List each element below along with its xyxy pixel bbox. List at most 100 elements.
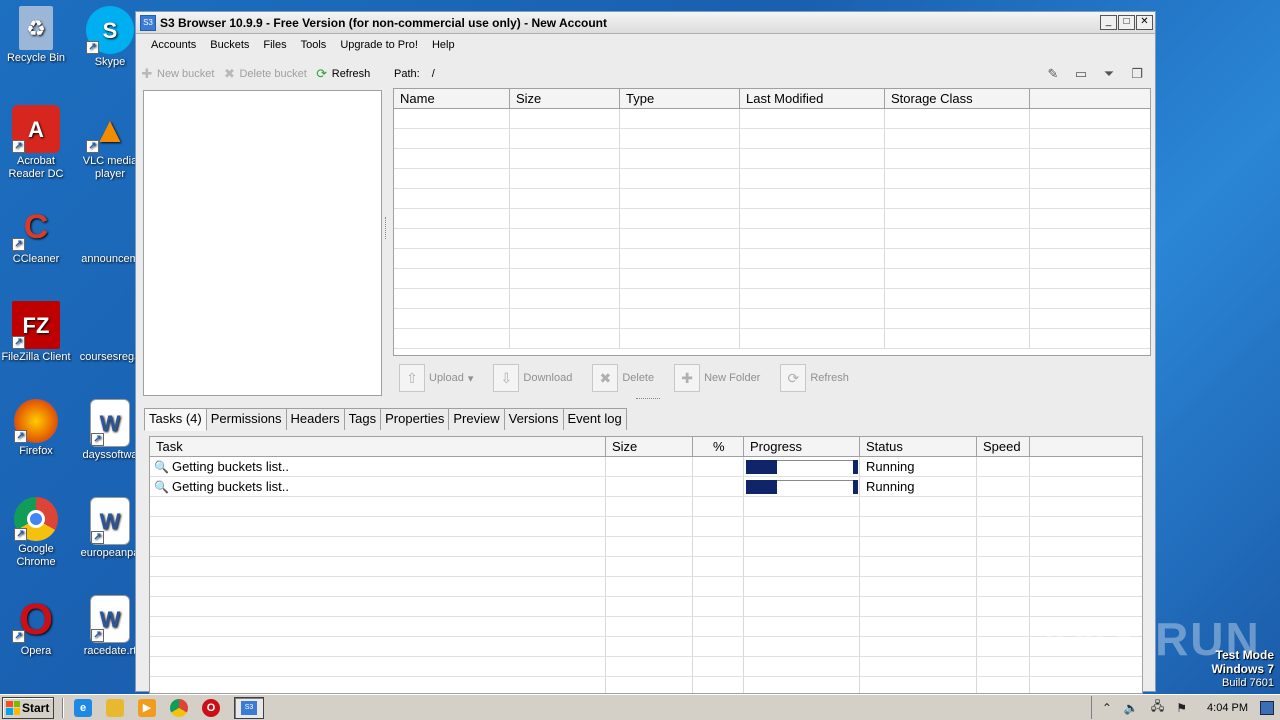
- desktop-icon-ccleaner[interactable]: C ↗ CCleaner: [0, 203, 72, 266]
- horizontal-splitter[interactable]: [636, 398, 660, 402]
- show-desktop-button[interactable]: [1260, 700, 1274, 715]
- column-task[interactable]: Task: [150, 437, 606, 456]
- menu-bar: Accounts Buckets Files Tools Upgrade to …: [136, 34, 1155, 56]
- column-task-size[interactable]: Size: [606, 437, 693, 456]
- clock[interactable]: 4:04 PM: [1207, 702, 1248, 714]
- desktop-icon-opera[interactable]: O ↗ Opera: [0, 595, 72, 658]
- download-icon: ⇩: [493, 364, 520, 392]
- tab-preview[interactable]: Preview: [448, 408, 505, 430]
- task-percent: [693, 477, 744, 496]
- taskbar-separator: [62, 697, 64, 718]
- task-grid-empty-row: [150, 497, 1142, 517]
- folder-icon[interactable]: [106, 698, 124, 717]
- task-status: Running: [860, 477, 977, 496]
- menu-upgrade[interactable]: Upgrade to Pro!: [333, 39, 425, 51]
- column-size[interactable]: Size: [510, 89, 620, 108]
- window-title: S3 Browser 10.9.9 - Free Version (for no…: [160, 15, 608, 30]
- refresh-files-button[interactable]: ⟳ Refresh: [780, 364, 849, 392]
- start-button[interactable]: Start: [2, 696, 54, 719]
- column-filler: [1030, 89, 1150, 108]
- taskbar-s3-browser-button[interactable]: S3: [234, 696, 264, 719]
- menu-accounts[interactable]: Accounts: [144, 39, 203, 51]
- tab-event-log[interactable]: Event log: [562, 408, 627, 430]
- start-label: Start: [22, 700, 50, 715]
- tab-versions[interactable]: Versions: [503, 408, 564, 430]
- refresh-icon: ⟳: [316, 66, 328, 81]
- tab-permissions[interactable]: Permissions: [205, 408, 287, 430]
- copy-pages-icon[interactable]: ❐: [1128, 65, 1146, 83]
- tab-properties[interactable]: Properties: [380, 408, 450, 430]
- new-folder-button[interactable]: ✚ New Folder: [674, 364, 760, 392]
- file-grid-empty-row: [394, 129, 1150, 149]
- column-speed[interactable]: Speed: [977, 437, 1030, 456]
- menu-tools[interactable]: Tools: [294, 39, 334, 51]
- desktop-icon-chrome[interactable]: ↗ Google Chrome: [0, 497, 72, 569]
- tasks-grid[interactable]: Task Size % Progress Status Speed 🔍 Getti…: [149, 436, 1143, 694]
- file-grid-empty-row: [394, 169, 1150, 189]
- desktop-icon-recycle-bin[interactable]: ♻ Recycle Bin: [0, 6, 72, 65]
- edit-pencil-icon[interactable]: ✎: [1044, 65, 1062, 83]
- internet-explorer-icon[interactable]: e: [74, 698, 92, 717]
- opera-taskbar-icon[interactable]: O: [202, 698, 220, 717]
- desktop-icon-firefox[interactable]: ↗ Firefox: [0, 399, 72, 458]
- close-button[interactable]: ✕: [1136, 15, 1153, 30]
- download-button[interactable]: ⇩ Download: [493, 364, 572, 392]
- desktop-icon-acrobat[interactable]: A ↗ Acrobat Reader DC: [0, 105, 72, 181]
- file-grid-body: [394, 109, 1150, 355]
- window-view-icon[interactable]: ▭: [1072, 65, 1090, 83]
- task-row[interactable]: 🔍 Getting buckets list.. Running: [150, 477, 1142, 497]
- upload-button[interactable]: ⇧ Upload ▾: [399, 364, 473, 392]
- test-mode-line: Test Mode: [1215, 648, 1274, 662]
- column-status[interactable]: Status: [860, 437, 977, 456]
- filezilla-icon: FZ ↗: [12, 301, 60, 349]
- column-last-modified[interactable]: Last Modified: [740, 89, 885, 108]
- bucket-list[interactable]: [143, 90, 382, 396]
- menu-help[interactable]: Help: [425, 39, 462, 51]
- column-type[interactable]: Type: [620, 89, 740, 108]
- task-percent: [693, 457, 744, 476]
- s3-taskbar-icon: S3: [241, 700, 257, 715]
- path-value[interactable]: /: [432, 68, 435, 80]
- maximize-button[interactable]: □: [1118, 15, 1135, 30]
- delete-label: Delete: [622, 372, 655, 384]
- ccleaner-icon: C ↗: [12, 203, 60, 251]
- tray-expand-icon[interactable]: ⌃: [1102, 701, 1112, 715]
- action-center-flag-icon[interactable]: ⚑: [1176, 701, 1187, 715]
- vertical-splitter[interactable]: [385, 217, 389, 239]
- task-cell: 🔍 Getting buckets list..: [150, 477, 606, 496]
- menu-buckets[interactable]: Buckets: [203, 39, 256, 51]
- task-grid-empty-row: [150, 597, 1142, 617]
- column-percent[interactable]: %: [693, 437, 744, 456]
- task-grid-empty-row: [150, 517, 1142, 537]
- task-grid-empty-row: [150, 557, 1142, 577]
- file-list-grid[interactable]: Name Size Type Last Modified Storage Cla…: [393, 88, 1151, 356]
- task-speed: [977, 457, 1030, 476]
- column-progress[interactable]: Progress: [744, 437, 860, 456]
- word-doc-icon: W ↗: [90, 497, 130, 545]
- volume-icon[interactable]: 🔈: [1124, 701, 1139, 715]
- refresh-buckets-button[interactable]: ⟳ Refresh: [315, 66, 370, 81]
- tab-headers[interactable]: Headers: [285, 408, 345, 430]
- tab-tasks[interactable]: Tasks (4): [144, 408, 207, 431]
- delete-bucket-button[interactable]: ✖ Delete bucket: [222, 67, 307, 81]
- task-grid-empty-row: [150, 677, 1142, 693]
- desktop-icon-filezilla[interactable]: FZ ↗ FileZilla Client: [0, 301, 72, 364]
- new-bucket-button[interactable]: ✚ New bucket: [140, 67, 215, 81]
- filter-icon[interactable]: ⏷: [1100, 65, 1118, 83]
- delete-button[interactable]: ✖ Delete: [592, 364, 654, 392]
- column-storage-class[interactable]: Storage Class: [885, 89, 1030, 108]
- minimize-button[interactable]: _: [1100, 15, 1117, 30]
- media-player-icon[interactable]: ▶: [138, 698, 156, 717]
- tab-tags[interactable]: Tags: [343, 408, 382, 430]
- task-row[interactable]: 🔍 Getting buckets list.. Running: [150, 457, 1142, 477]
- task-speed: [977, 477, 1030, 496]
- taskbar: Start e ▶ O S3 ⌃ 🔈 🖧 ⚑ 4:04 PM: [0, 694, 1280, 720]
- refresh-files-icon: ⟳: [780, 364, 807, 392]
- s3-app-icon: S3: [140, 14, 156, 31]
- menu-files[interactable]: Files: [256, 39, 293, 51]
- column-filler: [1030, 437, 1142, 456]
- network-icon[interactable]: 🖧: [1151, 697, 1164, 718]
- chrome-taskbar-icon[interactable]: [170, 698, 188, 717]
- title-bar[interactable]: S3 S3 Browser 10.9.9 - Free Version (for…: [136, 12, 1155, 34]
- column-name[interactable]: Name: [394, 89, 510, 108]
